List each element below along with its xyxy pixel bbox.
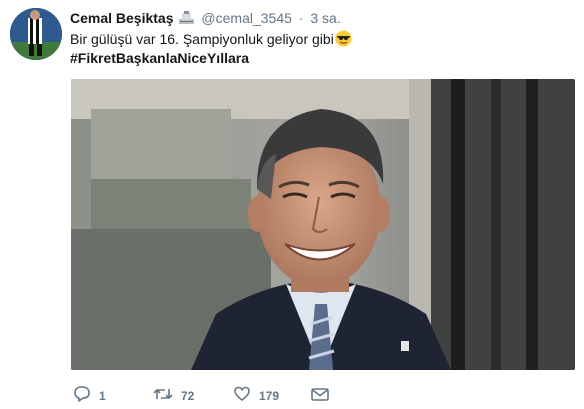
avatar[interactable] [10, 8, 62, 60]
like-count: 179 [259, 388, 280, 403]
reply-count: 1 [99, 388, 106, 403]
tweet-header: Cemal Beşiktaş @cemal_3545 · 3 sa. [70, 9, 341, 29]
retweet-count: 72 [181, 388, 195, 403]
retweet-icon[interactable] [153, 385, 173, 406]
handle[interactable]: @cemal_3545 [201, 10, 292, 26]
tweet-body: Bir gülüşü var 16. Şampiyonluk geliyor g… [70, 31, 334, 47]
separator: · [298, 10, 304, 26]
reply-icon[interactable] [73, 385, 91, 406]
reply-action[interactable]: 1 [73, 385, 106, 406]
retweet-action[interactable]: 72 [153, 385, 194, 406]
timestamp[interactable]: 3 sa. [310, 10, 340, 26]
display-name[interactable]: Cemal Beşiktaş [70, 10, 174, 26]
sunglasses-emoji-icon [335, 30, 352, 52]
direct-message-icon[interactable] [310, 385, 330, 406]
tweet-photo[interactable] [71, 79, 575, 370]
like-action[interactable]: 179 [233, 385, 279, 406]
hashtag-link[interactable]: #FikretBaşkanlaNiceYıllara [70, 49, 249, 68]
badge-icon [178, 10, 195, 29]
tweet: Cemal Beşiktaş @cemal_3545 · 3 sa. Bir g… [0, 0, 584, 409]
direct-message-action[interactable] [310, 385, 330, 406]
like-icon[interactable] [233, 385, 251, 406]
